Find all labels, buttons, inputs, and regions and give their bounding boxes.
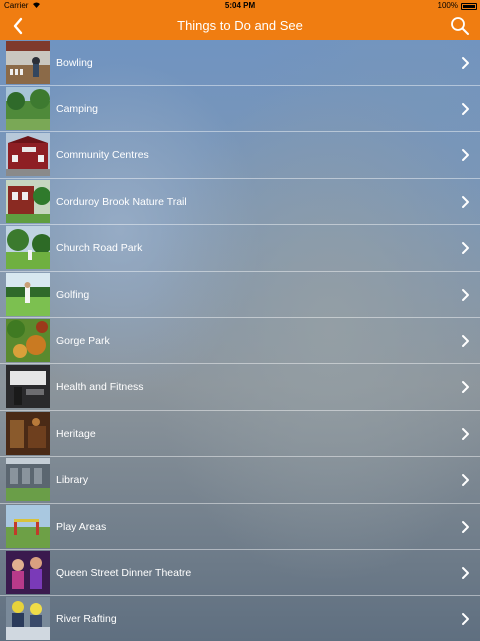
- library-thumbnail: [6, 458, 50, 502]
- list-item-church-road-park[interactable]: Church Road Park: [0, 225, 480, 272]
- health-and-fitness-thumbnail: [6, 365, 50, 409]
- list-item-play-areas[interactable]: Play Areas: [0, 504, 480, 550]
- corduroy-brook-thumbnail: [6, 179, 50, 223]
- chevron-right-icon: [462, 427, 469, 440]
- chevron-right-icon: [462, 57, 469, 69]
- activity-list: Bowling Camping Community Centres Cordur…: [0, 40, 480, 641]
- list-item-label: Community Centres: [56, 149, 149, 162]
- river-rafting-thumbnail: [6, 597, 50, 641]
- list-item-river-rafting[interactable]: River Rafting: [0, 596, 480, 641]
- search-button[interactable]: [448, 14, 472, 38]
- list-item-label: Bowling: [56, 57, 93, 69]
- chevron-right-icon: [462, 334, 469, 347]
- chevron-right-icon: [462, 288, 469, 301]
- page-title: Things to Do and See: [177, 18, 303, 33]
- list-item-library[interactable]: Library: [0, 457, 480, 504]
- list-item-label: Golfing: [56, 288, 90, 301]
- list-item-label: Queen Street Dinner Theatre: [56, 566, 192, 579]
- list-item-golfing[interactable]: Golfing: [0, 272, 480, 318]
- bowling-thumbnail: [6, 41, 50, 84]
- list-item-label: River Rafting: [56, 613, 117, 626]
- list-item-label: Heritage: [56, 427, 96, 440]
- battery-percentage: 100%: [437, 1, 458, 10]
- battery-icon: [461, 3, 477, 10]
- list-item-bowling[interactable]: Bowling: [0, 40, 480, 86]
- list-item-label: Gorge Park: [56, 334, 110, 347]
- chevron-right-icon: [462, 381, 469, 394]
- list-item-label: Library: [56, 474, 89, 487]
- golfing-thumbnail: [6, 272, 50, 316]
- status-time: 5:04 PM: [224, 1, 256, 10]
- queen-street-theatre-thumbnail: [6, 550, 50, 594]
- search-icon: [451, 17, 469, 35]
- heritage-thumbnail: [6, 411, 50, 455]
- list-item-camping[interactable]: Camping: [0, 86, 480, 133]
- list-item-label: Health and Fitness: [56, 381, 144, 394]
- chevron-right-icon: [462, 520, 469, 533]
- navigation-bar: Things to Do and See: [0, 12, 480, 40]
- chevron-right-icon: [462, 613, 469, 626]
- list-item-label: Play Areas: [56, 520, 107, 533]
- community-centres-thumbnail: [6, 133, 50, 177]
- list-item-label: Camping: [56, 103, 99, 115]
- list-item-heritage[interactable]: Heritage: [0, 411, 480, 458]
- list-item-label: Corduroy Brook Nature Trail: [56, 195, 187, 208]
- play-areas-thumbnail: [6, 504, 50, 548]
- chevron-right-icon: [462, 149, 469, 162]
- list-item-health-and-fitness[interactable]: Health and Fitness: [0, 364, 480, 411]
- list-item-label: Church Road Park: [56, 242, 143, 255]
- status-bar: Carrier 5:04 PM 100%: [0, 0, 480, 12]
- camping-thumbnail: [6, 87, 50, 130]
- chevron-right-icon: [462, 242, 469, 255]
- list-item-gorge-park[interactable]: Gorge Park: [0, 318, 480, 365]
- list-item-corduroy-brook-nature-trail[interactable]: Corduroy Brook Nature Trail: [0, 179, 480, 226]
- list-item-community-centres[interactable]: Community Centres: [0, 132, 480, 179]
- chevron-right-icon: [462, 195, 469, 208]
- chevron-right-icon: [462, 474, 469, 487]
- list-item-queen-street-dinner-theatre[interactable]: Queen Street Dinner Theatre: [0, 550, 480, 597]
- church-road-park-thumbnail: [6, 226, 50, 270]
- chevron-right-icon: [462, 566, 469, 579]
- gorge-park-thumbnail: [6, 318, 50, 362]
- chevron-right-icon: [462, 103, 469, 115]
